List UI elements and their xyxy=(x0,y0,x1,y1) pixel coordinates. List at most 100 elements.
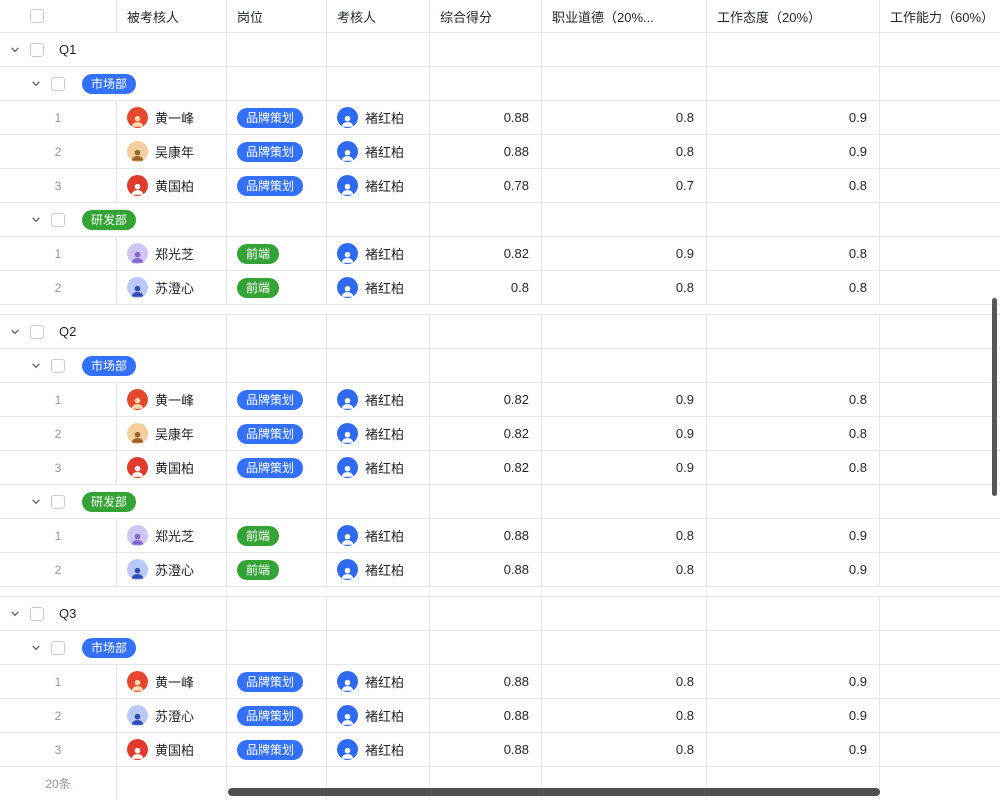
row-checkbox[interactable] xyxy=(51,213,65,227)
ability-cell[interactable] xyxy=(880,553,1000,586)
empty-cell[interactable] xyxy=(880,315,1000,348)
subgroup-row[interactable]: 研发部 xyxy=(0,203,1000,237)
person-cell[interactable]: 黄一峰 xyxy=(117,101,227,134)
table-row[interactable]: 2吴康年品牌策划褚红柏0.820.90.8 xyxy=(0,417,1000,451)
chevron-down-icon[interactable] xyxy=(31,215,41,225)
assessor-cell[interactable]: 褚红柏 xyxy=(327,169,430,202)
score-cell[interactable]: 0.82 xyxy=(430,417,542,450)
row-index[interactable]: 2 xyxy=(0,271,117,304)
empty-cell[interactable] xyxy=(327,67,430,100)
empty-cell[interactable] xyxy=(707,203,880,236)
row-index[interactable]: 1 xyxy=(0,237,117,270)
chevron-down-icon[interactable] xyxy=(31,643,41,653)
ethics-cell[interactable]: 0.7 xyxy=(542,169,707,202)
chevron-down-icon[interactable] xyxy=(31,361,41,371)
table-row[interactable]: 3黄国柏品牌策划褚红柏0.820.90.8 xyxy=(0,451,1000,485)
ability-cell[interactable] xyxy=(880,699,1000,732)
attitude-cell[interactable]: 0.9 xyxy=(707,101,880,134)
ethics-cell[interactable]: 0.9 xyxy=(542,417,707,450)
ability-cell[interactable] xyxy=(880,237,1000,270)
empty-cell[interactable] xyxy=(880,33,1000,66)
table-row[interactable]: 1黄一峰品牌策划褚红柏0.820.90.8 xyxy=(0,383,1000,417)
empty-cell[interactable] xyxy=(327,315,430,348)
empty-cell[interactable] xyxy=(430,597,542,630)
row-checkbox[interactable] xyxy=(51,495,65,509)
empty-cell[interactable] xyxy=(880,203,1000,236)
group-row[interactable]: Q2 xyxy=(0,315,1000,349)
assessor-cell[interactable]: 褚红柏 xyxy=(327,553,430,586)
column-header-position[interactable]: 岗位 xyxy=(227,0,327,32)
subgroup-title-cell[interactable]: 研发部 xyxy=(0,203,227,236)
empty-cell[interactable] xyxy=(227,631,327,664)
empty-cell[interactable] xyxy=(327,33,430,66)
attitude-cell[interactable]: 0.8 xyxy=(707,271,880,304)
group-title-cell[interactable]: Q3 xyxy=(0,597,227,630)
row-index[interactable]: 1 xyxy=(0,101,117,134)
empty-cell[interactable] xyxy=(430,631,542,664)
empty-cell[interactable] xyxy=(430,203,542,236)
row-index[interactable]: 3 xyxy=(0,733,117,766)
empty-cell[interactable] xyxy=(227,597,327,630)
assessor-cell[interactable]: 褚红柏 xyxy=(327,733,430,766)
subgroup-row[interactable]: 研发部 xyxy=(0,485,1000,519)
horizontal-scrollbar[interactable] xyxy=(228,788,880,796)
score-cell[interactable]: 0.88 xyxy=(430,553,542,586)
score-cell[interactable]: 0.82 xyxy=(430,383,542,416)
table-row[interactable]: 3黄国柏品牌策划褚红柏0.880.80.9 xyxy=(0,733,1000,767)
ability-cell[interactable] xyxy=(880,135,1000,168)
position-cell[interactable]: 品牌策划 xyxy=(227,383,327,416)
row-index[interactable]: 1 xyxy=(0,519,117,552)
empty-cell[interactable] xyxy=(430,33,542,66)
row-checkbox[interactable] xyxy=(30,325,44,339)
subgroup-row[interactable]: 市场部 xyxy=(0,67,1000,101)
position-cell[interactable]: 前端 xyxy=(227,271,327,304)
ability-cell[interactable] xyxy=(880,519,1000,552)
person-cell[interactable]: 黄一峰 xyxy=(117,665,227,698)
score-cell[interactable]: 0.88 xyxy=(430,665,542,698)
empty-cell[interactable] xyxy=(880,67,1000,100)
empty-cell[interactable] xyxy=(880,631,1000,664)
column-header-attitude[interactable]: 工作态度（20%） xyxy=(707,0,880,32)
position-cell[interactable]: 品牌策划 xyxy=(227,135,327,168)
person-cell[interactable]: 黄国柏 xyxy=(117,733,227,766)
table-row[interactable]: 2苏澄心前端褚红柏0.880.80.9 xyxy=(0,553,1000,587)
row-checkbox[interactable] xyxy=(51,359,65,373)
empty-cell[interactable] xyxy=(430,349,542,382)
person-cell[interactable]: 郑光芝 xyxy=(117,237,227,270)
assessor-cell[interactable]: 褚红柏 xyxy=(327,237,430,270)
ethics-cell[interactable]: 0.8 xyxy=(542,271,707,304)
ability-cell[interactable] xyxy=(880,733,1000,766)
empty-cell[interactable] xyxy=(542,631,707,664)
subgroup-row[interactable]: 市场部 xyxy=(0,631,1000,665)
ethics-cell[interactable]: 0.8 xyxy=(542,665,707,698)
column-header-assessor[interactable]: 考核人 xyxy=(327,0,430,32)
column-header-ethics[interactable]: 职业道德（20%... xyxy=(542,0,707,32)
ability-cell[interactable] xyxy=(880,271,1000,304)
empty-cell[interactable] xyxy=(227,485,327,518)
table-row[interactable]: 1郑光芝前端褚红柏0.880.80.9 xyxy=(0,519,1000,553)
ethics-cell[interactable]: 0.9 xyxy=(542,451,707,484)
attitude-cell[interactable]: 0.9 xyxy=(707,553,880,586)
empty-cell[interactable] xyxy=(327,597,430,630)
attitude-cell[interactable]: 0.9 xyxy=(707,519,880,552)
position-cell[interactable]: 品牌策划 xyxy=(227,733,327,766)
empty-cell[interactable] xyxy=(227,315,327,348)
score-cell[interactable]: 0.78 xyxy=(430,169,542,202)
group-title-cell[interactable]: Q2 xyxy=(0,315,227,348)
position-cell[interactable]: 品牌策划 xyxy=(227,665,327,698)
table-row[interactable]: 1郑光芝前端褚红柏0.820.90.8 xyxy=(0,237,1000,271)
chevron-down-icon[interactable] xyxy=(10,609,20,619)
position-cell[interactable]: 前端 xyxy=(227,237,327,270)
assessor-cell[interactable]: 褚红柏 xyxy=(327,271,430,304)
empty-cell[interactable] xyxy=(327,203,430,236)
subgroup-title-cell[interactable]: 市场部 xyxy=(0,67,227,100)
assessor-cell[interactable]: 褚红柏 xyxy=(327,699,430,732)
ethics-cell[interactable]: 0.8 xyxy=(542,135,707,168)
position-cell[interactable]: 前端 xyxy=(227,519,327,552)
ethics-cell[interactable]: 0.8 xyxy=(542,519,707,552)
subgroup-title-cell[interactable]: 研发部 xyxy=(0,485,227,518)
row-checkbox[interactable] xyxy=(30,607,44,621)
column-header-score[interactable]: 综合得分 xyxy=(430,0,542,32)
score-cell[interactable]: 0.88 xyxy=(430,699,542,732)
attitude-cell[interactable]: 0.8 xyxy=(707,417,880,450)
